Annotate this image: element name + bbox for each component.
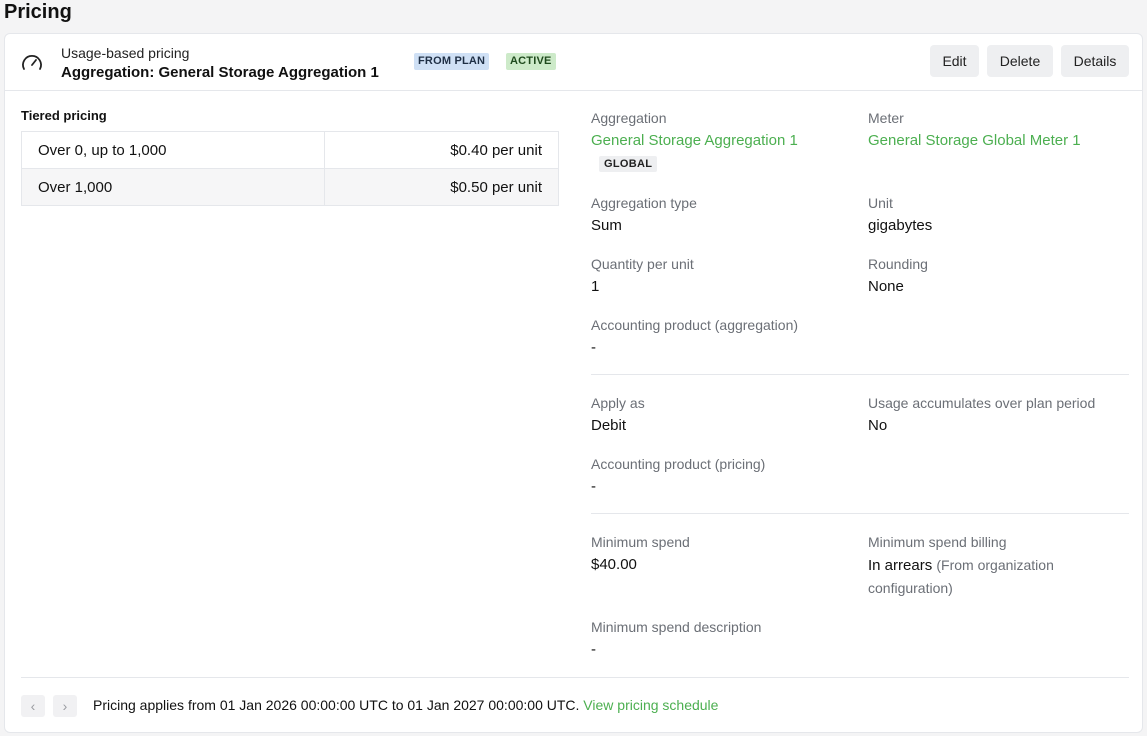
aggregation-type-value: Sum — [591, 217, 622, 234]
accounting-product-aggregation-value: - — [591, 339, 596, 356]
table-row: Over 1,000 $0.50 per unit — [21, 168, 560, 206]
minimum-spend-label: Minimum spend — [591, 534, 690, 550]
unit-label: Unit — [868, 195, 893, 211]
unit-field: Unit gigabytes — [868, 194, 932, 237]
accounting-product-pricing-value: - — [591, 478, 596, 495]
section-divider — [591, 374, 1129, 375]
minimum-spend-billing-value: In arrears (From organization configurat… — [868, 554, 1098, 600]
apply-as-field: Apply as Debit — [591, 394, 645, 437]
apply-as-value: Debit — [591, 417, 627, 434]
meter-label: Meter — [868, 110, 904, 126]
minimum-spend-billing-text: In arrears — [868, 557, 933, 574]
tiered-pricing-label: Tiered pricing — [21, 108, 107, 123]
edit-button[interactable]: Edit — [930, 45, 979, 77]
active-badge: ACTIVE — [506, 53, 556, 70]
quantity-per-unit-label: Quantity per unit — [591, 256, 694, 272]
accounting-product-pricing-label: Accounting product (pricing) — [591, 456, 766, 472]
meter-link[interactable]: General Storage Global Meter 1 — [868, 130, 1081, 152]
accounting-product-aggregation-label: Accounting product (aggregation) — [591, 317, 799, 333]
minimum-spend-billing-field: Minimum spend billing In arrears (From o… — [868, 533, 1098, 600]
unit-value: gigabytes — [868, 217, 933, 234]
aggregation-type-label: Aggregation type — [591, 195, 697, 211]
details-button[interactable]: Details — [1061, 45, 1129, 77]
tier-range: Over 1,000 — [21, 168, 325, 206]
accounting-product-pricing-field: Accounting product (pricing) - — [591, 455, 765, 498]
aggregation-link[interactable]: General Storage Aggregation 1 — [591, 130, 798, 152]
minimum-spend-description-value: - — [591, 641, 596, 658]
pricing-period-text: Pricing applies from 01 Jan 2026 00:00:0… — [93, 697, 718, 713]
quantity-per-unit-value: 1 — [591, 278, 600, 295]
pricing-title: Aggregation: General Storage Aggregation… — [61, 64, 379, 81]
page-title: Pricing — [4, 1, 72, 23]
rounding-field: Rounding None — [868, 255, 928, 298]
view-pricing-schedule-link[interactable]: View pricing schedule — [583, 697, 718, 713]
tier-price: $0.50 per unit — [323, 168, 560, 206]
usage-accumulates-field: Usage accumulates over plan period No — [868, 394, 1095, 437]
minimum-spend-description-field: Minimum spend description - — [591, 618, 761, 661]
accounting-product-aggregation-field: Accounting product (aggregation) - — [591, 316, 798, 359]
meter-field: Meter General Storage Global Meter 1 — [868, 109, 1081, 152]
table-row: Over 0, up to 1,000 $0.40 per unit — [21, 131, 560, 169]
tiered-pricing-table: Over 0, up to 1,000 $0.40 per unit Over … — [21, 131, 560, 206]
minimum-spend-description-label: Minimum spend description — [591, 619, 762, 635]
section-divider — [591, 513, 1129, 514]
usage-accumulates-value: No — [868, 417, 888, 434]
minimum-spend-value: $40.00 — [591, 556, 637, 573]
delete-button[interactable]: Delete — [987, 45, 1053, 77]
gauge-icon — [22, 55, 42, 70]
global-badge: GLOBAL — [599, 156, 658, 172]
footer-divider — [21, 677, 1129, 678]
minimum-spend-field: Minimum spend $40.00 — [591, 533, 690, 576]
chevron-left-icon[interactable]: ‹ — [21, 695, 45, 717]
rounding-value: None — [868, 278, 904, 295]
quantity-per-unit-field: Quantity per unit 1 — [591, 255, 694, 298]
minimum-spend-billing-label: Minimum spend billing — [868, 534, 1007, 550]
tier-price: $0.40 per unit — [323, 131, 560, 169]
pricing-period-label: Pricing applies from 01 Jan 2026 00:00:0… — [93, 697, 580, 713]
pricing-card: Usage-based pricing Aggregation: General… — [4, 33, 1143, 733]
rounding-label: Rounding — [868, 256, 928, 272]
aggregation-type-field: Aggregation type Sum — [591, 194, 697, 237]
card-header: Usage-based pricing Aggregation: General… — [5, 34, 1142, 91]
aggregation-field: Aggregation General Storage Aggregation … — [591, 109, 798, 172]
apply-as-label: Apply as — [591, 395, 645, 411]
chevron-right-icon[interactable]: › — [53, 695, 77, 717]
aggregation-label: Aggregation — [591, 110, 667, 126]
from-plan-badge: FROM PLAN — [414, 53, 490, 70]
pricing-type-label: Usage-based pricing — [61, 45, 190, 61]
tier-range: Over 0, up to 1,000 — [21, 131, 325, 169]
usage-accumulates-label: Usage accumulates over plan period — [868, 395, 1096, 411]
